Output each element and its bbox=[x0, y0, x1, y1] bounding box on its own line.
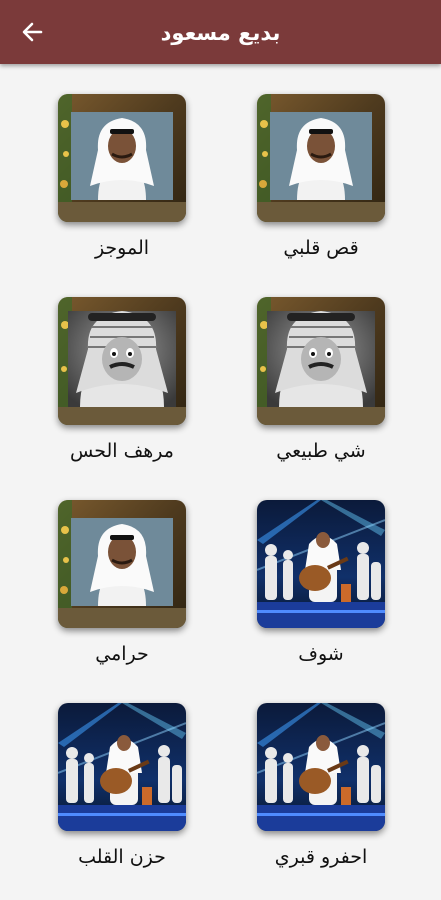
singer-portrait-image bbox=[257, 94, 385, 222]
song-title: حزن القلب bbox=[78, 846, 166, 868]
song-item[interactable]: احفرو قبري bbox=[231, 673, 411, 868]
page-title: بديع مسعود bbox=[160, 21, 281, 45]
singer-portrait-image bbox=[58, 500, 186, 628]
singer-portrait-image bbox=[58, 94, 186, 222]
song-thumbnail[interactable] bbox=[58, 500, 186, 628]
app-bar: بديع مسعود bbox=[0, 0, 441, 64]
song-thumbnail[interactable] bbox=[257, 297, 385, 425]
song-thumbnail[interactable] bbox=[58, 703, 186, 831]
song-thumbnail[interactable] bbox=[58, 94, 186, 222]
concert-stage-image bbox=[257, 703, 385, 831]
songs-grid: قص قلبي الموجز شي طبيعي مرهف الحس شوف حر… bbox=[0, 64, 441, 900]
song-item[interactable]: قص قلبي bbox=[231, 64, 411, 259]
song-item[interactable]: الموجز bbox=[32, 64, 212, 259]
song-title: مرهف الحس bbox=[70, 440, 174, 462]
song-item[interactable]: مرهف الحس bbox=[32, 267, 212, 462]
song-title: الموجز bbox=[94, 237, 150, 259]
song-title: احفرو قبري bbox=[274, 846, 368, 868]
song-item[interactable]: حرامي bbox=[32, 470, 212, 665]
song-thumbnail[interactable] bbox=[257, 703, 385, 831]
song-item[interactable]: حزن القلب bbox=[32, 673, 212, 868]
song-title: شي طبيعي bbox=[276, 440, 366, 462]
concert-stage-image bbox=[58, 703, 186, 831]
song-item[interactable]: شوف bbox=[231, 470, 411, 665]
song-thumbnail[interactable] bbox=[257, 500, 385, 628]
concert-stage-image bbox=[257, 500, 385, 628]
song-thumbnail[interactable] bbox=[58, 297, 186, 425]
singer-portrait-image bbox=[257, 297, 385, 425]
song-title: حرامي bbox=[95, 643, 149, 665]
song-title: قص قلبي bbox=[283, 237, 359, 259]
song-thumbnail[interactable] bbox=[257, 94, 385, 222]
song-title: شوف bbox=[298, 643, 344, 665]
song-item[interactable]: شي طبيعي bbox=[231, 267, 411, 462]
singer-portrait-image bbox=[58, 297, 186, 425]
